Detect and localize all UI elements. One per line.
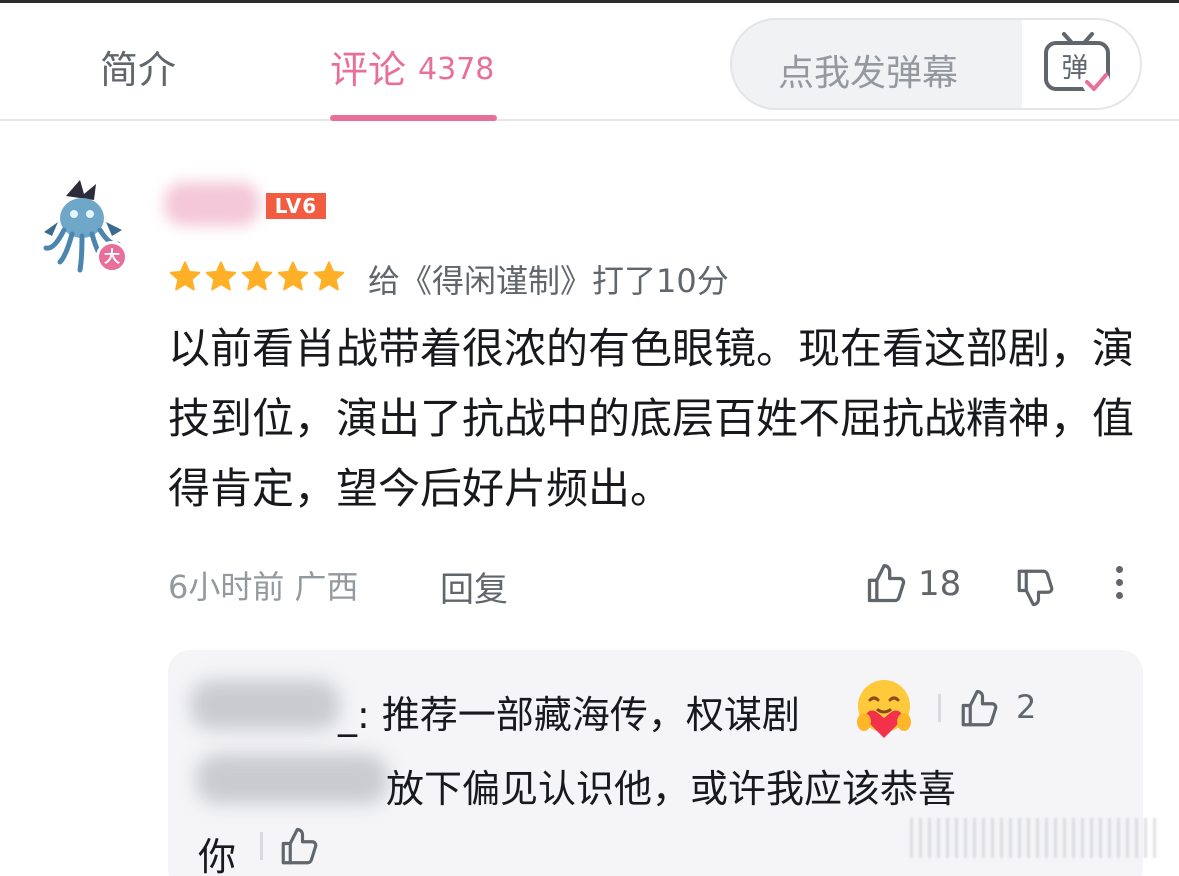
reply-like-count: 2: [1016, 688, 1037, 726]
avatar-badge-text: 大: [103, 247, 120, 266]
star-icon: [277, 261, 309, 291]
like-button[interactable]: [864, 562, 908, 610]
reply-username-blurred[interactable]: [190, 680, 340, 730]
thumbs-down-icon: [1017, 569, 1054, 607]
danmaku-placeholder: 点我发弹幕: [778, 53, 959, 94]
avatar-badge: 大: [96, 241, 128, 273]
watermark: [910, 818, 1160, 858]
danmaku-send-icon: 弹: [1044, 32, 1110, 96]
sub-reply-text-continued: 你: [198, 835, 237, 876]
thumbs-up-icon: [281, 827, 318, 865]
dislike-button[interactable]: [1014, 566, 1056, 612]
tab-bar: 简介 评论 4378 点我发弹幕 弹: [0, 3, 1179, 121]
tab-intro[interactable]: 简介: [100, 39, 176, 94]
danmaku-send-button[interactable]: 弹: [1022, 20, 1140, 108]
divider: [938, 694, 941, 722]
thumbs-up-icon: [961, 689, 998, 727]
username-blurred[interactable]: [164, 182, 260, 226]
like-count: 18: [918, 564, 962, 604]
active-tab-indicator: [330, 115, 497, 121]
comment-time-location: 6小时前 广西: [168, 568, 359, 606]
danmaku-input[interactable]: 点我发弹幕 弹: [730, 18, 1142, 110]
avatar[interactable]: 大: [36, 178, 130, 276]
star-icon: [241, 261, 273, 291]
rating-text: 给《得闲谨制》打了10分: [368, 262, 729, 300]
star-icon: [313, 261, 345, 291]
reply-like-button[interactable]: [278, 826, 320, 872]
tab-comments[interactable]: 评论 4378: [330, 39, 494, 119]
hug-heart-emoji-icon: [852, 678, 916, 746]
star-icon: [205, 261, 237, 291]
star-icon: [169, 261, 201, 291]
reply-button[interactable]: 回复: [440, 562, 508, 611]
sub-reply-text: 放下偏见认识他，或许我应该恭喜: [386, 767, 957, 811]
level-badge: LV6: [266, 193, 326, 219]
sub-reply-text: _: 推荐一部藏海传，权谋剧: [338, 693, 800, 737]
reply-like-button[interactable]: [958, 688, 1000, 734]
more-options-icon[interactable]: [1110, 566, 1128, 606]
tab-comments-label: 评论: [330, 48, 407, 92]
thumbs-up-icon: [867, 564, 906, 603]
divider: [260, 832, 263, 860]
tab-comments-count: 4378: [418, 52, 495, 87]
rating-stars: [168, 260, 346, 294]
comment-content: 以前看肖战带着很浓的有色眼镜。现在看这部剧，演技到位，演出了抗战中的底层百姓不屈…: [168, 324, 1135, 513]
reply-username-blurred[interactable]: [196, 754, 388, 804]
